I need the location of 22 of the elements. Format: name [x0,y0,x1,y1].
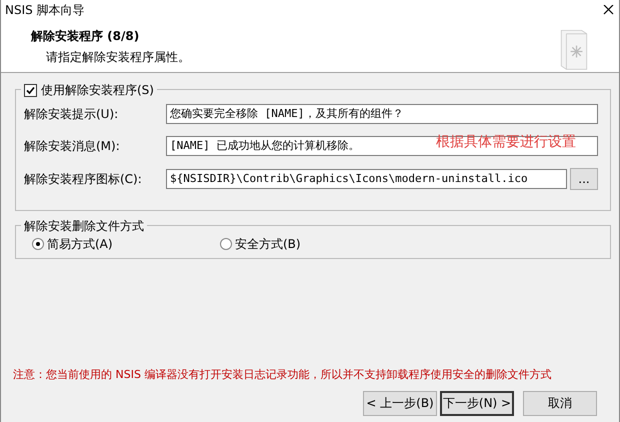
field-label: 解除安装消息(M): [24,138,121,155]
wizard-button[interactable]: 下一步(N) > [440,390,514,416]
radio-button[interactable] [220,238,232,250]
field-label: 解除安装提示(U): [24,106,120,123]
radio-label: 安全方式(B) [235,236,301,253]
checkbox-label: 使用解除安装程序(S) [41,82,154,99]
field-label: 解除安装程序图标(C): [24,171,143,188]
input-field[interactable]: 您确实要完全移除 [NAME]，及其所有的组件？ [166,104,598,124]
wizard-button[interactable]: 取消 [523,390,597,416]
input-field[interactable]: ${NSISDIR}\Contrib\Graphics\Icons\modern-uninstall.ico [166,169,567,189]
annotation-text: 根据具体需要进行设置 [436,133,576,152]
browse-button[interactable]: ... [570,168,598,190]
checkbox[interactable] [24,84,37,96]
warning-text: 注意：您当前使用的 NSIS 编译器没有打开安装日志记录功能，所以并不支持卸载程序使用安全的删除文件方式 [13,367,552,383]
wizard-button[interactable]: < 上一步(B) [363,390,437,416]
window-title: NSIS 脚本向导 [5,5,85,15]
radio-label: 简易方式(A) [47,236,113,253]
close-icon[interactable] [603,4,615,15]
group-label: 解除安装删除文件方式 [21,217,147,235]
radio-button[interactable] [32,238,44,250]
page-title: 解除安装程序 (8/8) [31,28,140,45]
page-subtitle: 请指定解除安装程序属性。 [45,49,190,66]
